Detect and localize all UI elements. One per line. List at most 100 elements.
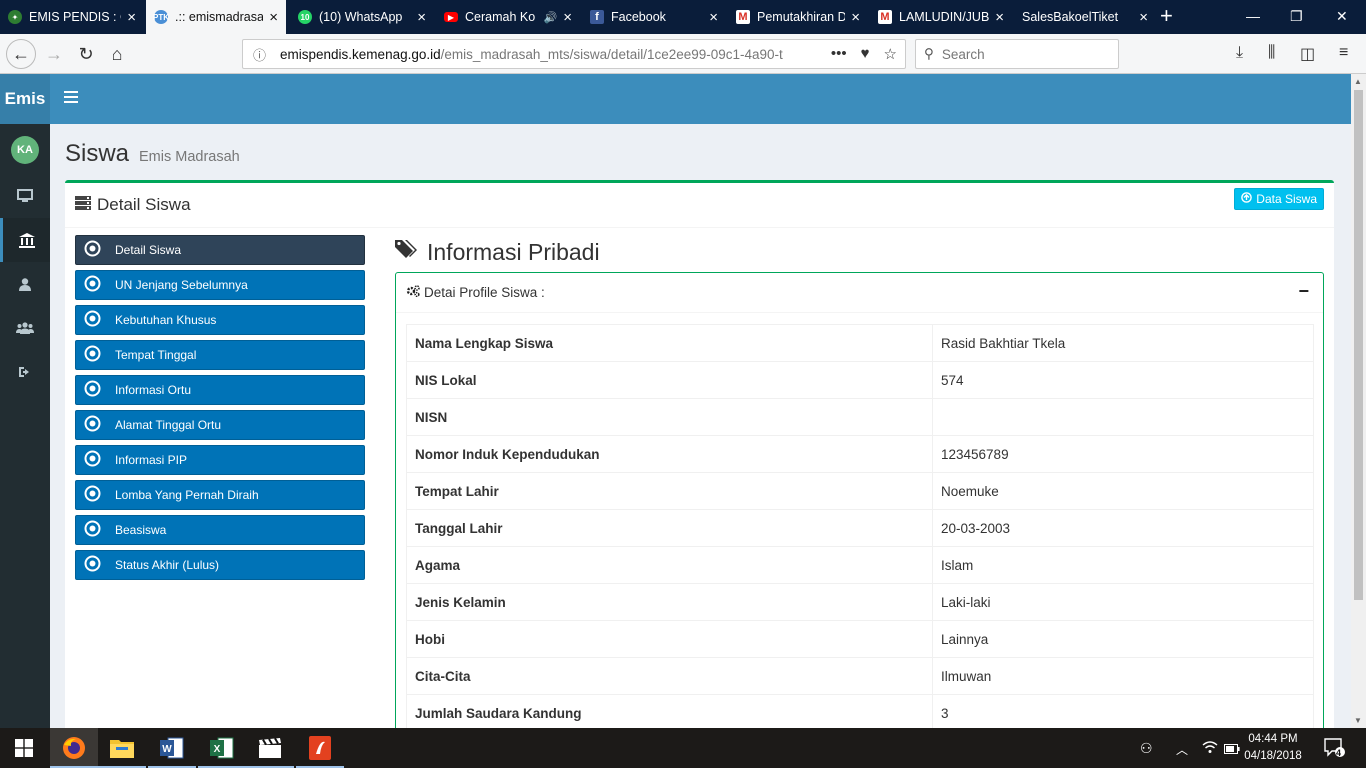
menu-item[interactable]: Alamat Tinggal Ortu [75,410,365,440]
search-placeholder: Search [941,46,985,62]
scrollbar-thumb[interactable] [1354,90,1363,600]
app-logo[interactable]: Emis [0,74,50,124]
page-title: Siswa [65,140,130,167]
scroll-up-icon[interactable]: ▲ [1354,77,1362,86]
sign-out-icon[interactable] [0,350,50,394]
pocket-icon[interactable]: ♥ [861,45,870,63]
foxit-reader-icon[interactable] [296,728,344,768]
search-input[interactable]: ⚲ Search [915,39,1119,69]
home-button[interactable]: ⌂ [105,42,129,66]
clock-date: 04/18/2018 [1244,750,1302,762]
bookmark-star-icon[interactable]: ☆ [884,45,897,63]
avatar[interactable]: KA [11,136,39,164]
word-icon[interactable]: W [148,728,196,768]
dot-circle-icon [84,345,101,365]
menu-item-label: Lomba Yang Pernah Diraih [115,488,259,502]
menu-item[interactable]: Kebutuhan Khusus [75,305,365,335]
minimize-icon[interactable]: — [1246,8,1260,24]
menu-item[interactable]: Informasi Ortu [75,375,365,405]
profile-value: Noemuke [932,472,1314,510]
tab-ceramah[interactable]: ▶ Ceramah Ko 🔊 × [436,0,580,34]
menu-item[interactable]: Tempat Tinggal [75,340,365,370]
menu-item[interactable]: Beasiswa [75,515,365,545]
speaker-icon[interactable]: 🔊 [544,11,558,24]
table-row: Cita-Cita Ilmuwan [406,657,1314,695]
menu-item[interactable]: Informasi PIP [75,445,365,475]
app-header: Emis [0,74,1351,124]
wifi-icon[interactable] [1202,740,1218,757]
system-clock[interactable]: 04:44 PM 04/18/2018 [1240,731,1306,765]
close-icon[interactable]: × [1139,9,1148,26]
info-icon[interactable]: ⓘ [253,45,266,64]
close-icon[interactable]: × [995,9,1004,26]
emis-icon: ✦ [8,10,22,24]
close-icon[interactable]: × [709,9,718,26]
menu-item[interactable]: UN Jenjang Sebelumnya [75,270,365,300]
menu-item-label: Alamat Tinggal Ortu [115,418,222,432]
monitor-icon[interactable] [0,174,50,218]
tab-pemutakhiran[interactable]: M Pemutakhiran D × [728,0,868,34]
close-icon[interactable]: × [269,9,278,26]
table-row: Jenis Kelamin Laki-laki [406,583,1314,621]
institution-icon[interactable] [0,218,50,262]
tab-title: (10) WhatsApp [319,10,403,24]
back-button[interactable]: ← [6,39,36,69]
close-icon[interactable]: × [563,9,572,26]
library-icon[interactable]: ⫼ [1268,44,1275,62]
collapse-button[interactable]: − [1298,281,1309,302]
profile-key: Nomor Induk Kependudukan [406,435,933,473]
close-icon[interactable]: × [851,9,860,26]
tab-lamludin[interactable]: M LAMLUDIN/JUB × [870,0,1012,34]
menu-icon[interactable]: ≡ [1339,44,1348,62]
battery-icon[interactable] [1224,741,1240,757]
new-tab-button[interactable]: + [1160,4,1173,28]
ptk-icon: PTK [153,10,169,24]
profile-value: Ilmuwan [932,657,1314,695]
dot-circle-icon [84,555,101,575]
table-row: Agama Islam [406,546,1314,584]
profile-value: 123456789 [932,435,1314,473]
data-siswa-button[interactable]: Data Siswa [1234,188,1324,210]
close-icon[interactable]: × [127,9,136,26]
tab-emis-pendis[interactable]: ✦ EMIS PENDIS : C × [0,0,144,34]
profile-key: Jenis Kelamin [406,583,933,621]
tab-facebook[interactable]: f Facebook × [582,0,726,34]
section-title-text: Informasi Pribadi [427,238,600,265]
movie-clapper-icon[interactable] [246,728,294,768]
main-content: Siswa Emis Madrasah Detail Siswa Data Si… [50,124,1351,728]
notification-icon[interactable] [1324,738,1346,761]
sidebar-toggle-icon[interactable]: ◫ [1300,44,1315,64]
menu-item[interactable]: Status Akhir (Lulus) [75,550,365,580]
tab-whatsapp[interactable]: 10 (10) WhatsApp × [290,0,434,34]
cogs-icon [406,285,420,300]
people-icon[interactable]: ⚇ [1140,740,1153,757]
close-window-icon[interactable]: ✕ [1336,8,1348,25]
close-icon[interactable]: × [417,9,426,26]
url-path: /emis_madrasah_mts/siswa/detail/1ce2ee99… [440,46,783,62]
forward-button[interactable]: → [42,42,66,66]
menu-item[interactable]: Lomba Yang Pernah Diraih [75,480,365,510]
scroll-down-icon[interactable]: ▼ [1354,716,1362,725]
more-icon[interactable]: ••• [831,45,847,63]
reload-button[interactable]: ↻ [74,42,98,66]
tab-salesbakoeltiket[interactable]: SalesBakoelTiket × [1014,0,1156,34]
page-scrollbar[interactable]: ▲ ▼ [1351,74,1366,728]
firefox-icon[interactable] [50,728,98,768]
dot-circle-icon [84,240,101,260]
tab-emismadrasah[interactable]: PTK .:: emismadrasah × [146,0,286,34]
download-icon[interactable]: ⤓ [1236,44,1243,62]
tab-title: Pemutakhiran D [757,10,846,24]
restore-icon[interactable]: ❐ [1290,8,1303,25]
url-bar[interactable]: ⓘ emispendis.kemenag.go.id/emis_madrasah… [242,39,906,69]
windows-start-icon[interactable] [0,728,48,768]
hamburger-icon[interactable] [64,91,78,103]
user-icon[interactable] [0,262,50,306]
show-hidden-icons[interactable]: ︿ [1176,741,1188,758]
menu-item[interactable]: Detail Siswa [75,235,365,265]
file-explorer-icon[interactable] [98,728,146,768]
box-title: Detail Siswa [75,195,191,215]
excel-icon[interactable]: X [198,728,246,768]
table-row: Tempat Lahir Noemuke [406,472,1314,510]
whatsapp-icon: 10 [298,10,312,24]
users-group-icon[interactable] [0,306,50,350]
